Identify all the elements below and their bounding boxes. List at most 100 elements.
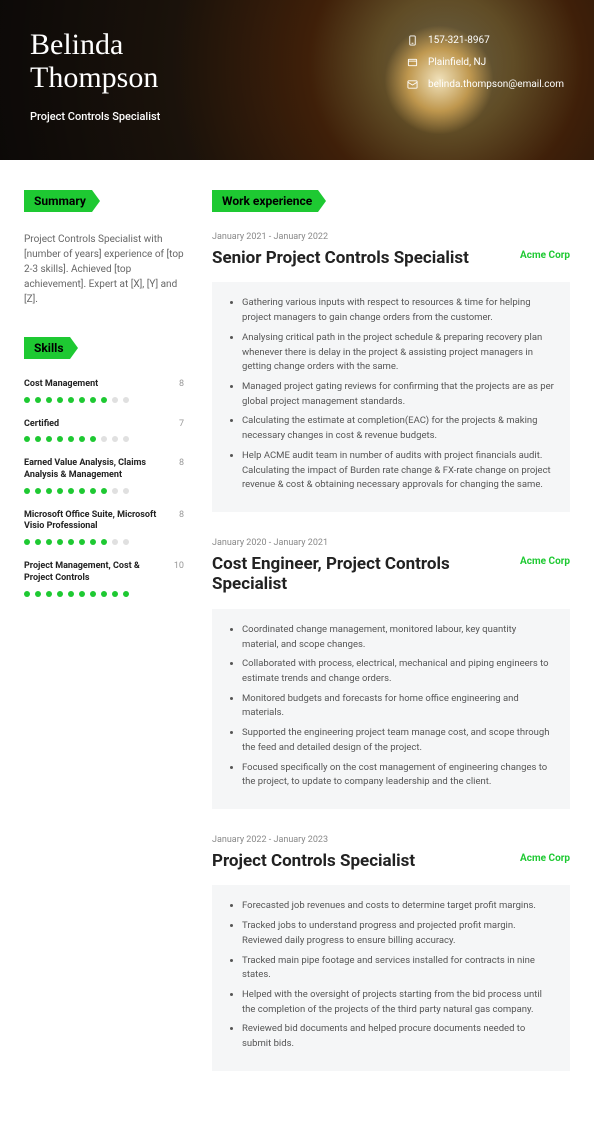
bullet-item: Focused specifically on the cost managem…: [242, 761, 554, 790]
dot: [35, 436, 41, 442]
job-dates: January 2022 - January 2023: [212, 835, 570, 845]
bullet-item: Coordinated change management, monitored…: [242, 623, 554, 652]
skill-item: Microsoft Office Suite, Microsoft Visio …: [24, 510, 184, 545]
work-heading: Work experience: [212, 190, 326, 212]
dot: [90, 436, 96, 442]
dot: [101, 397, 107, 403]
first-name: Belinda: [30, 28, 160, 61]
job-bullets: Coordinated change management, monitored…: [212, 609, 570, 809]
contact-phone: 157-321-8967: [406, 34, 564, 46]
dot: [123, 397, 129, 403]
jobs-list: January 2021 - January 2022Senior Projec…: [212, 232, 570, 1071]
skill-name: Earned Value Analysis, Claims Analysis &…: [24, 458, 173, 481]
skill-name: Project Management, Cost & Project Contr…: [24, 561, 168, 584]
location-icon: [406, 56, 418, 68]
bullet-item: Tracked main pipe footage and services i…: [242, 954, 554, 983]
right-column: Work experience January 2021 - January 2…: [212, 190, 570, 1097]
job-role-title: Cost Engineer, Project Controls Speciali…: [212, 554, 482, 595]
job-dates: January 2020 - January 2021: [212, 538, 570, 548]
bullet-item: Supported the engineering project team m…: [242, 726, 554, 755]
dot: [46, 539, 52, 545]
skill-dots: [24, 397, 184, 403]
dot: [123, 436, 129, 442]
dot: [57, 488, 63, 494]
job-title-line: Project Controls Specialist: [30, 110, 160, 123]
dot: [35, 397, 41, 403]
last-name: Thompson: [30, 61, 160, 94]
dot: [68, 397, 74, 403]
skill-dots: [24, 591, 184, 597]
resume-header: Belinda Thompson Project Controls Specia…: [0, 0, 594, 160]
dot: [90, 397, 96, 403]
bullet-item: Help ACME audit team in number of audits…: [242, 449, 554, 493]
dot: [24, 591, 30, 597]
dot: [79, 436, 85, 442]
dot: [46, 488, 52, 494]
dot: [112, 436, 118, 442]
skill-score: 8: [179, 379, 184, 389]
dot: [68, 539, 74, 545]
bullet-item: Helped with the oversight of projects st…: [242, 988, 554, 1017]
skill-item: Certified 7: [24, 419, 184, 443]
job-company: Acme Corp: [520, 556, 570, 567]
bullet-item: Calculating the estimate at completion(E…: [242, 414, 554, 443]
bullet-item: Reviewed bid documents and helped procur…: [242, 1022, 554, 1051]
skill-score: 8: [179, 458, 184, 468]
left-column: Summary Project Controls Specialist with…: [24, 190, 184, 1097]
main-content: Summary Project Controls Specialist with…: [0, 160, 594, 1127]
job-item: January 2022 - January 2023Project Contr…: [212, 835, 570, 1071]
dot: [101, 488, 107, 494]
skill-score: 7: [179, 419, 184, 429]
job-item: January 2020 - January 2021 Cost Engineer…: [212, 538, 570, 809]
dot: [112, 397, 118, 403]
dot: [112, 591, 118, 597]
bullet-item: Forecasted job revenues and costs to det…: [242, 899, 554, 914]
summary-text: Project Controls Specialist with [number…: [24, 232, 184, 307]
skill-dots: [24, 488, 184, 494]
dot: [24, 397, 30, 403]
dot: [90, 539, 96, 545]
bullet-item: Collaborated with process, electrical, m…: [242, 657, 554, 686]
location-text: Plainfield, NJ: [428, 57, 486, 68]
phone-icon: [406, 34, 418, 46]
dot: [57, 539, 63, 545]
skill-name: Microsoft Office Suite, Microsoft Visio …: [24, 510, 173, 533]
dot: [35, 539, 41, 545]
dot: [112, 539, 118, 545]
dot: [68, 436, 74, 442]
skills-list: Cost Management8Certified7Earned Value A…: [24, 379, 184, 597]
phone-text: 157-321-8967: [428, 35, 490, 46]
dot: [90, 591, 96, 597]
job-company: Acme Corp: [520, 853, 570, 864]
job-bullets: Forecasted job revenues and costs to det…: [212, 885, 570, 1070]
bullet-item: Analysing critical path in the project s…: [242, 331, 554, 375]
job-dates: January 2021 - January 2022: [212, 232, 570, 242]
dot: [123, 591, 129, 597]
dot: [57, 436, 63, 442]
email-icon: [406, 78, 418, 90]
dot: [35, 488, 41, 494]
email-text: belinda.thompson@email.com: [428, 79, 564, 90]
dot: [79, 397, 85, 403]
skill-dots: [24, 539, 184, 545]
bullet-item: Monitored budgets and forecasts for home…: [242, 692, 554, 721]
contact-location: Plainfield, NJ: [406, 56, 564, 68]
dot: [101, 591, 107, 597]
skill-name: Certified: [24, 419, 59, 431]
bullet-item: Gathering various inputs with respect to…: [242, 296, 554, 325]
job-company: Acme Corp: [520, 250, 570, 261]
job-item: January 2021 - January 2022Senior Projec…: [212, 232, 570, 512]
dot: [68, 591, 74, 597]
dot: [24, 539, 30, 545]
name-block: Belinda Thompson Project Controls Specia…: [30, 28, 160, 132]
contact-block: 157-321-8967 Plainfield, NJ belinda.thom…: [406, 28, 564, 132]
dot: [35, 591, 41, 597]
skill-item: Project Management, Cost & Project Contr…: [24, 561, 184, 596]
dot: [57, 591, 63, 597]
dot: [57, 397, 63, 403]
skill-score: 8: [179, 510, 184, 520]
skill-score: 10: [174, 561, 184, 571]
dot: [101, 436, 107, 442]
dot: [46, 397, 52, 403]
skill-dots: [24, 436, 184, 442]
